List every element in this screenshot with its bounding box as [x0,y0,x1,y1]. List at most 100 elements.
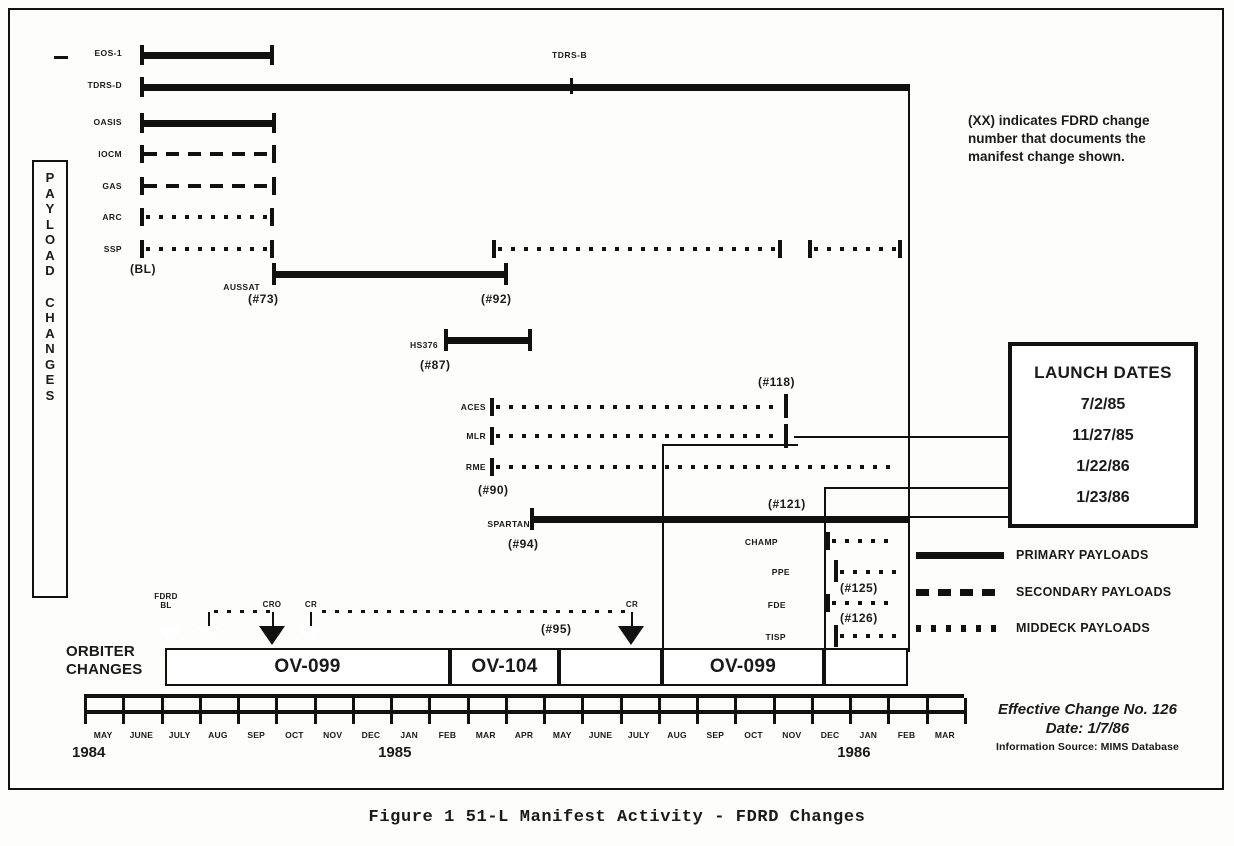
figure-caption: Figure 1 51-L Manifest Activity - FDRD C… [368,808,866,827]
legend-swatch-solid [916,551,1004,559]
bar-cap-start [140,208,144,226]
side-label-char: D [45,263,55,278]
timeline-tick [313,698,317,724]
row-label-fde: FDE [767,600,786,610]
marker-triangle-open [195,626,221,645]
annotation-spartan-start: (#94) [508,537,539,551]
row-label-ssp: SSP [103,244,122,254]
timeline-tick [696,698,700,724]
orbiter-changes-title: ORBITER CHANGES [66,643,172,679]
annotation-marker-change: (#95) [541,622,572,636]
legend-label: SECONDARY PAYLOADS [1016,585,1172,599]
legend-item-secondary: SECONDARY PAYLOADS [916,585,1171,599]
launch-dates-title: LAUNCH DATES [1034,363,1172,382]
bar-mlr [496,434,782,438]
marker-triangle-open [157,626,183,645]
side-label-char: H [45,310,55,325]
row-label-arc: ARC [102,212,122,222]
bar-cap-start [808,240,812,258]
timeline-tick [734,698,738,724]
orbiter-band-label: OV-099 [709,656,777,677]
timeline-month-label: MAR [934,730,955,740]
row-label-oasis: OASIS [93,117,122,127]
row-label-eos-1: EOS-1 [94,48,122,58]
payload-changes-side-label: P A Y L O A D C H A N G E S [32,160,68,598]
row-label-hs376: HS376 [410,340,438,350]
side-label-char: O [44,232,56,247]
diagram-canvas: P A Y L O A D C H A N G E S EOS-1 TDRS-D… [0,0,1234,846]
row-label-iocm: IOCM [98,149,122,159]
timeline-axis-top [84,694,964,698]
marker-triangle-filled [618,626,644,645]
bar-cap-start [834,560,838,582]
legend-swatch-dotted [916,624,1004,632]
orbiter-band-empty-b [824,648,908,686]
bar-cap-start [490,458,494,476]
bar-fde [832,601,896,605]
bar-ssp-seg1 [146,247,270,251]
connector-vertical-a [662,444,664,650]
bar-cap-end [528,329,532,351]
bar-cap-end [898,240,902,258]
legend-item-primary: PRIMARY PAYLOADS [916,548,1149,562]
timeline-tick [619,698,623,724]
bar-cap-start [492,240,496,258]
side-label-char: A [45,185,55,201]
timeline-tick [887,698,891,724]
separator-vertical-main [908,84,910,652]
bar-cap-start [834,625,838,647]
bar-cap-end [270,240,274,258]
connector-line-mlr [794,436,1008,438]
orbiter-band-ov-099-a: OV-099 [165,648,450,686]
timeline-tick [466,698,470,724]
timeline-tick [504,698,508,724]
bar-cap-start [826,532,830,550]
bar-iocm [144,152,272,156]
tdrs-b-tickmark [570,78,573,94]
annotation-tdrs-b: TDRS-B [552,50,588,60]
bar-cap-start [490,398,494,416]
bar-aces [496,405,782,409]
timeline-tick [657,698,661,724]
row-label-ppe: PPE [771,567,790,577]
side-label-char: S [45,387,55,403]
side-label-char: G [44,356,56,372]
bar-cap-end [272,177,276,195]
connector-horizontal-c [908,516,1008,518]
launch-date: 1/23/86 [1076,489,1130,506]
credits-block: Effective Change No. 126 Date: 1/7/86 In… [965,700,1210,753]
orbiter-band-label: OV-099 [274,656,341,677]
timeline-tick [198,698,202,724]
timeline-tick [772,698,776,724]
timeline-tick [275,698,279,724]
bar-tisp [840,634,896,638]
annotation-aussat-start: (#73) [248,292,279,306]
bar-cap-end [778,240,782,258]
bar-tdrs-d [142,84,908,91]
launch-date: 7/2/85 [1080,396,1126,413]
row-label-tisp: TISP [765,632,786,642]
marker-label-cr: CR [625,600,639,609]
launch-date: 11/27/85 [1072,427,1134,444]
bar-cap-start [490,427,494,445]
row-label-aces: ACES [460,402,486,412]
annotation-aces-end: (#118) [758,375,796,389]
row-label-rme: RME [465,462,486,472]
bar-cap-start [826,594,830,612]
row-label-gas: GAS [102,181,122,191]
row-label-aussat: AUSSAT [223,282,260,292]
bar-ppe [840,570,896,574]
bar-rme [496,465,896,469]
annotation-baseline: (BL) [130,262,156,276]
row-label-tdrs-d: TDRS-D [87,80,122,90]
orbiter-band-ov-099-b: OV-099 [662,648,824,686]
timeline-tick [810,698,814,724]
row-label-champ: CHAMP [744,537,778,547]
timeline-tick [84,698,87,724]
connector-horizontal-b [824,487,1008,489]
marker-drop-line [272,612,274,626]
annotation-rme-start: (#90) [478,483,509,497]
timeline-tick [351,698,355,724]
timeline-tick [581,698,585,724]
bar-ssp-seg2 [498,247,776,251]
